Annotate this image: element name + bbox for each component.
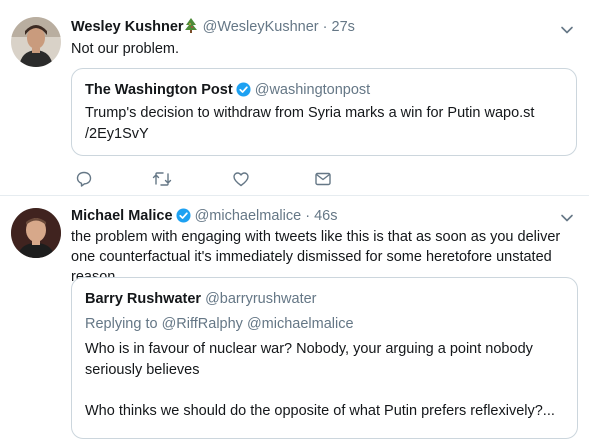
message-icon[interactable] bbox=[314, 170, 334, 190]
tweet-header: Michael Malice @michaelmalice · 46s bbox=[71, 208, 337, 227]
retweet-icon[interactable] bbox=[152, 170, 172, 190]
quoted-tweet[interactable]: The Washington Post @washingtonpost Trum… bbox=[71, 68, 577, 156]
replying-label: Replying to bbox=[85, 316, 158, 332]
author-name[interactable]: Michael Malice bbox=[71, 208, 173, 224]
quote-text-paragraph: Who is in favour of nuclear war? Nobody,… bbox=[85, 341, 533, 378]
separator: · bbox=[322, 19, 328, 35]
quote-text: Trump's decision to withdraw from Syria … bbox=[85, 105, 535, 142]
replying-mentions[interactable]: @RiffRalphy @michaelmalice bbox=[162, 316, 354, 332]
separator: · bbox=[305, 208, 311, 224]
quote-author-handle: @barryrushwater bbox=[205, 291, 317, 307]
chevron-down-icon[interactable] bbox=[559, 210, 575, 226]
tweet-actions bbox=[71, 170, 341, 190]
quote-author-name: Barry Rushwater bbox=[85, 291, 202, 307]
reply-icon[interactable] bbox=[75, 170, 95, 190]
author-handle[interactable]: @michaelmalice bbox=[195, 208, 302, 224]
quote-header: The Washington Post @washingtonpost bbox=[85, 82, 370, 101]
tweet[interactable]: Michael Malice @michaelmalice · 46s the … bbox=[0, 196, 589, 439]
tweet[interactable]: Wesley Kushner @WesleyKushner · 27s Not … bbox=[0, 0, 589, 196]
author-name[interactable]: Wesley Kushner bbox=[71, 19, 184, 35]
christmas-tree-icon bbox=[184, 18, 197, 37]
tweet-header: Wesley Kushner @WesleyKushner · 27s bbox=[71, 18, 355, 37]
timestamp[interactable]: 27s bbox=[332, 19, 355, 35]
avatar[interactable] bbox=[11, 208, 61, 258]
quote-author-handle: @washingtonpost bbox=[254, 82, 371, 98]
avatar[interactable] bbox=[11, 17, 61, 67]
quote-text-paragraph: Who thinks we should do the opposite of … bbox=[85, 403, 555, 419]
replying-to: Replying to @RiffRalphy @michaelmalice bbox=[85, 316, 354, 332]
tweet-text: Not our problem. bbox=[71, 41, 179, 57]
like-icon[interactable] bbox=[232, 170, 252, 190]
quoted-tweet[interactable]: Barry Rushwater @barryrushwater Replying… bbox=[71, 277, 578, 439]
verified-badge-icon bbox=[176, 208, 191, 227]
chevron-down-icon[interactable] bbox=[559, 22, 575, 38]
timestamp[interactable]: 46s bbox=[314, 208, 337, 224]
verified-badge-icon bbox=[236, 82, 251, 101]
quote-author-name: The Washington Post bbox=[85, 82, 233, 98]
quote-header: Barry Rushwater @barryrushwater bbox=[85, 291, 317, 307]
author-handle[interactable]: @WesleyKushner bbox=[203, 19, 319, 35]
